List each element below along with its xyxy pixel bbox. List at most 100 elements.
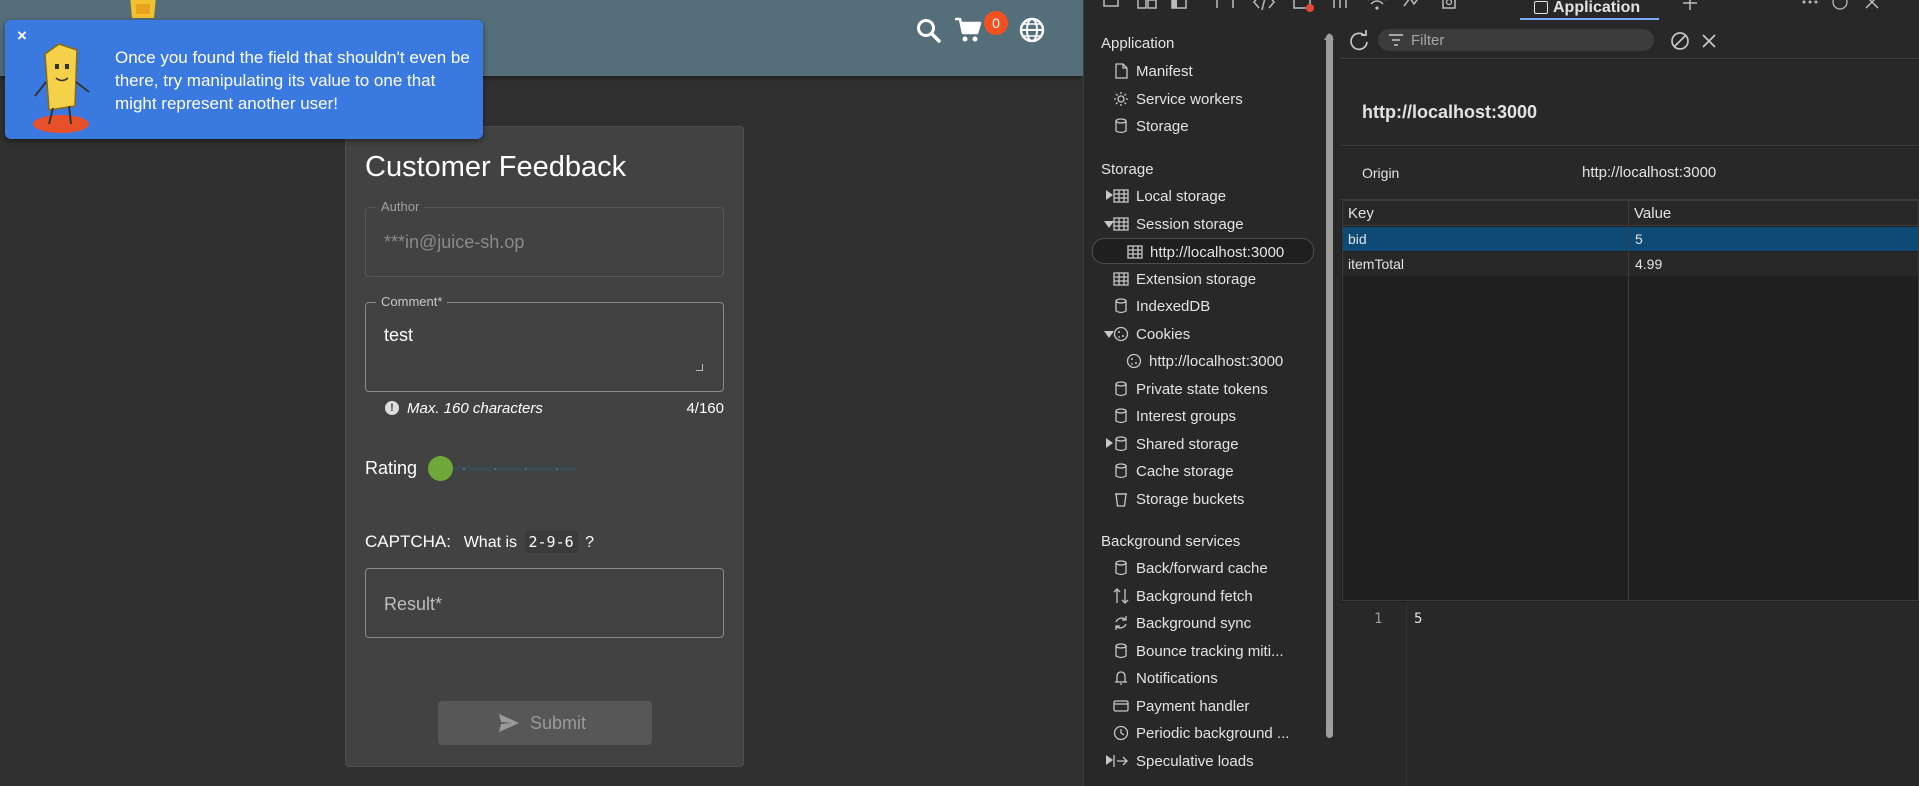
- refresh-icon[interactable]: [1348, 30, 1370, 52]
- grid-icon: [1113, 216, 1129, 231]
- column-divider[interactable]: [1628, 201, 1629, 600]
- row-key[interactable]: bid: [1348, 231, 1367, 247]
- db-icon: [1115, 408, 1127, 424]
- table-row[interactable]: bid 5: [1343, 227, 1918, 251]
- sidebar-item-payment-handler[interactable]: Payment handler: [1092, 693, 1314, 719]
- sidebar-item-private-state-tokens[interactable]: Private state tokens: [1092, 376, 1314, 402]
- rating-slider-thumb[interactable]: [428, 456, 453, 481]
- captcha-suffix: ?: [585, 534, 595, 551]
- sidebar-item-cookies[interactable]: Cookies: [1092, 321, 1314, 347]
- sidebar-item-background-sync[interactable]: Background sync: [1092, 610, 1314, 636]
- row-value[interactable]: 5: [1635, 231, 1643, 247]
- home-icon[interactable]: [1214, 0, 1236, 16]
- column-header-key[interactable]: Key: [1343, 201, 1379, 226]
- submit-button[interactable]: Submit: [438, 701, 652, 745]
- sidebar-item-local-storage[interactable]: Local storage: [1092, 183, 1314, 209]
- sidebar-item-cache-storage[interactable]: Cache storage: [1092, 458, 1314, 484]
- sources-tab-icon[interactable]: [1330, 0, 1352, 16]
- arrows-icon: [1113, 587, 1129, 604]
- sidebar-item-periodic-background-[interactable]: Periodic background ...: [1092, 720, 1314, 746]
- sidebar-item-back-forward-cache[interactable]: Back/forward cache: [1092, 555, 1314, 581]
- juice-shop-page: 0 Customer Feedback Author ***in@juice-s…: [0, 0, 1083, 786]
- close-devtools-icon[interactable]: [1862, 0, 1882, 16]
- comment-hint-row: ! Max. 160 characters 4/160: [385, 399, 724, 419]
- spec-icon: [1113, 754, 1128, 767]
- filter-placeholder: Filter: [1411, 32, 1445, 49]
- sidebar-item-extension-storage[interactable]: Extension storage: [1092, 266, 1314, 292]
- sidebar-item-speculative-loads[interactable]: Speculative loads: [1092, 748, 1314, 774]
- comment-field[interactable]: Comment* test: [365, 294, 724, 392]
- resize-handle[interactable]: [696, 364, 703, 371]
- sidebar-item-interest-groups[interactable]: Interest groups: [1092, 403, 1314, 429]
- sidebar-item-shared-storage[interactable]: Shared storage: [1092, 431, 1314, 457]
- performance-tab-icon[interactable]: [1402, 0, 1424, 16]
- section-heading-storage: Storage: [1101, 161, 1154, 178]
- captcha-result-input[interactable]: Result*: [365, 568, 724, 638]
- captcha-row: CAPTCHA: What is 2-9-6 ?: [365, 531, 595, 553]
- console-tab-icon[interactable]: [1292, 0, 1316, 16]
- sidebar-item-manifest[interactable]: Manifest: [1092, 58, 1314, 84]
- sidebar-item-label: Bounce tracking miti...: [1136, 642, 1284, 660]
- sidebar-item-session-storage[interactable]: Session storage: [1092, 211, 1314, 237]
- inspect-element-icon[interactable]: [1102, 0, 1124, 16]
- preview-value[interactable]: 5: [1414, 611, 1422, 627]
- juice-shop-logo-icon[interactable]: [122, 0, 164, 22]
- origin-row: Origin http://localhost:3000: [1341, 147, 1919, 200]
- origin-header: http://localhost:3000: [1341, 60, 1919, 146]
- sidebar-item-label: Background sync: [1136, 615, 1252, 632]
- network-tab-icon[interactable]: [1366, 0, 1388, 16]
- sidebar-item-storage-buckets[interactable]: Storage buckets: [1092, 486, 1314, 512]
- slider-tick: [494, 468, 496, 470]
- memory-tab-icon[interactable]: [1438, 0, 1460, 16]
- shopping-cart-icon[interactable]: [953, 14, 983, 44]
- sidebar-item-http-localhost-3000[interactable]: http://localhost:3000: [1092, 238, 1314, 264]
- max-characters-hint: Max. 160 characters: [407, 400, 543, 417]
- close-hint-button[interactable]: ×: [17, 26, 27, 46]
- screen: 0 Customer Feedback Author ***in@juice-s…: [0, 0, 1919, 786]
- customer-feedback-card: Customer Feedback Author ***in@juice-sh.…: [345, 126, 744, 767]
- sidebar-item-label: Cache storage: [1136, 463, 1234, 480]
- table-row[interactable]: itemTotal 4.99: [1343, 252, 1918, 276]
- dock-side-icon[interactable]: [1170, 0, 1192, 16]
- row-key[interactable]: itemTotal: [1348, 256, 1404, 272]
- bucket-icon: [1115, 492, 1127, 507]
- row-value[interactable]: 4.99: [1635, 256, 1662, 272]
- elements-tab-icon[interactable]: [1252, 0, 1276, 16]
- sidebar-item-storage[interactable]: Storage: [1092, 113, 1314, 139]
- tab-application[interactable]: Application: [1520, 0, 1659, 20]
- sync-icon: [1115, 616, 1127, 630]
- sidebar-item-background-fetch[interactable]: Background fetch: [1092, 583, 1314, 609]
- filter-input[interactable]: Filter: [1378, 29, 1654, 51]
- delete-selected-icon[interactable]: [1698, 30, 1720, 52]
- result-placeholder: Result*: [384, 594, 443, 614]
- sidebar-item-service-workers[interactable]: Service workers: [1092, 86, 1314, 112]
- sidebar-item-label: Payment handler: [1136, 697, 1250, 715]
- sidebar-item-indexeddb[interactable]: IndexedDB: [1092, 293, 1314, 319]
- comment-value[interactable]: test: [384, 325, 413, 346]
- author-field-label: Author: [376, 199, 425, 214]
- session-storage-table: Key Value bid 5 itemTotal 4.99: [1342, 200, 1919, 601]
- sidebar-item-label: Cookies: [1136, 325, 1191, 343]
- captcha-label: CAPTCHA:: [365, 532, 451, 551]
- gear-icon: [1114, 91, 1128, 106]
- column-header-value[interactable]: Value: [1629, 201, 1676, 226]
- rating-slider[interactable]: [431, 467, 578, 471]
- sidebar-item-http-localhost-3000[interactable]: http://localhost:3000: [1092, 348, 1314, 374]
- clear-all-icon[interactable]: [1669, 30, 1691, 52]
- sidebar-scrollbar[interactable]: [1326, 34, 1333, 738]
- sidebar-item-bounce-tracking-miti-[interactable]: Bounce tracking miti...: [1092, 638, 1314, 664]
- language-globe-icon[interactable]: [1017, 15, 1047, 45]
- add-tab-icon[interactable]: [1680, 0, 1700, 16]
- sidebar-item-notifications[interactable]: Notifications: [1092, 665, 1314, 691]
- value-preview: 1 5: [1341, 602, 1919, 786]
- help-icon[interactable]: [1830, 0, 1850, 16]
- sidebar-item-label: Storage buckets: [1136, 490, 1245, 508]
- sidebar-item-label: Speculative loads: [1136, 752, 1254, 770]
- search-icon[interactable]: [914, 16, 944, 46]
- db-icon: [1115, 435, 1127, 451]
- more-tools-icon[interactable]: [1800, 0, 1820, 16]
- device-toolbar-icon[interactable]: [1136, 0, 1158, 16]
- tab-application-label: Application: [1553, 0, 1641, 16]
- storage-detail-pane: Filter http://localhost:3000 Origin http…: [1341, 22, 1919, 786]
- sidebar-item-label: Service workers: [1136, 90, 1243, 108]
